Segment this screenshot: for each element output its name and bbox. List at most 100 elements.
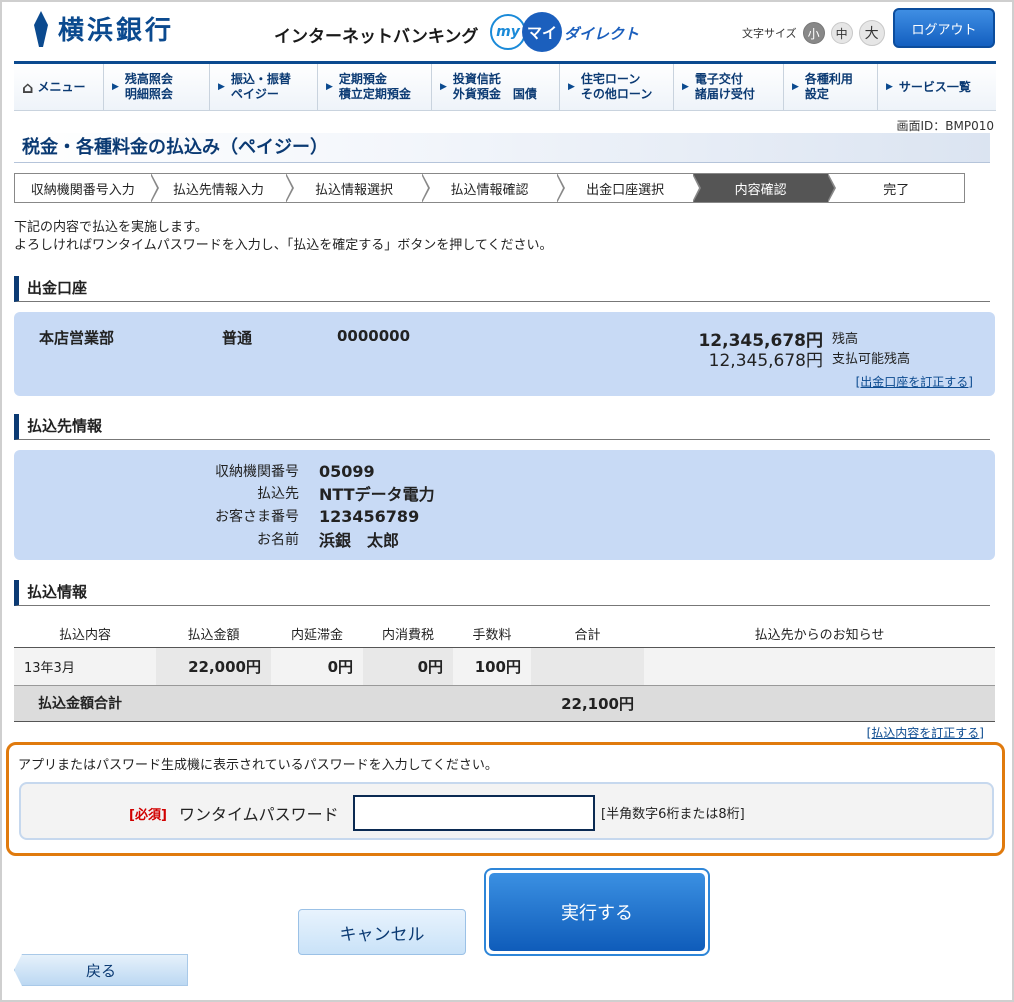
chevron-right-icon — [691, 173, 701, 203]
nav-item-investment[interactable]: ▶ 投資信託 外貨預金 国債 — [432, 64, 560, 110]
nav-item-transfer[interactable]: ▶ 振込・振替 ペイジー — [210, 64, 318, 110]
font-size-medium-button[interactable]: 中 — [830, 22, 853, 44]
nav-item-settings[interactable]: ▶ 各種利用 設定 — [784, 64, 878, 110]
payee-value: 123456789 — [319, 506, 420, 526]
nav-item-menu[interactable]: ⌂ メニュー — [14, 64, 104, 110]
payee-key: 払込先 — [257, 486, 299, 502]
chevron-right-icon — [420, 173, 430, 203]
payee-key: お名前 — [257, 532, 299, 548]
bank-name: 横浜銀行 — [58, 16, 175, 46]
arrow-right-icon: ▶ — [886, 81, 893, 92]
intro-line: 下記の内容で払込を実施します。 — [14, 220, 208, 235]
service-title: インターネットバンキング — [274, 27, 479, 47]
column-header: 内延滞金 — [271, 620, 363, 648]
chevron-right-icon — [285, 173, 295, 203]
arrow-right-icon: ▶ — [112, 81, 119, 92]
section-heading-payee: 払込先情報 — [14, 414, 990, 440]
step-item: 払込情報確認 — [421, 173, 566, 203]
bank-logo[interactable]: 横浜銀行 — [34, 10, 174, 47]
payment-tax: 0円 — [363, 647, 453, 686]
step-item: 収納機関番号入力 — [15, 173, 159, 203]
column-header: 払込金額 — [156, 620, 271, 648]
chevron-right-icon — [149, 173, 159, 203]
nav-item-label: 投資信託 外貨預金 国債 — [452, 72, 537, 101]
required-badge: [必須] — [129, 808, 167, 823]
nav-item-loan[interactable]: ▶ 住宅ローン その他ローン — [560, 64, 674, 110]
arrow-right-icon: ▶ — [682, 81, 689, 92]
mai-logo: マイ — [522, 12, 562, 52]
step-label: 内容確認 — [734, 182, 787, 198]
direct-logo: ダイレクト — [564, 25, 640, 43]
back-button[interactable]: 戻る — [14, 954, 188, 986]
available-balance-value: 12,345,678円 — [708, 351, 823, 371]
font-size-control: 文字サイズ 小 中 大 — [742, 20, 885, 46]
otp-message: アプリまたはパスワード生成機に表示されているパスワードを入力してください。 — [18, 758, 498, 773]
nav-item-balance[interactable]: ▶ 残高照会 明細照会 — [104, 64, 210, 110]
execute-button-frame: 実行する — [484, 868, 710, 956]
payee-row: 払込先 NTTデータ電力 — [174, 482, 674, 504]
table-row: 13年3月 22,000円 0円 0円 100円 — [14, 647, 995, 686]
nav-item-label: 各種利用 設定 — [804, 72, 853, 101]
payee-row: お客さま番号 123456789 — [174, 505, 674, 527]
otp-hint: [半角数字6桁または8桁] — [601, 807, 745, 822]
chevron-right-icon — [827, 173, 837, 203]
amend-account-link[interactable]: [出金口座を訂正する] — [856, 373, 973, 390]
account-panel: 本店営業部 普通 0000000 12,345,678円 残高 12,345,6… — [14, 312, 995, 396]
column-header: 払込内容 — [14, 620, 156, 648]
column-header: 払込先からのお知らせ — [644, 620, 995, 648]
balance-label: 残高 — [832, 332, 859, 347]
column-header: 手数料 — [453, 620, 531, 648]
otp-label: ワンタイムパスワード — [179, 805, 339, 824]
payment-amount: 22,000円 — [156, 647, 271, 686]
account-type: 普通 — [222, 329, 253, 347]
logout-button[interactable]: ログアウト — [893, 8, 995, 48]
nav-item-electronic[interactable]: ▶ 電子交付 諸届け受付 — [674, 64, 784, 110]
otp-panel: [必須] ワンタイムパスワード [半角数字6桁または8桁] — [19, 782, 994, 840]
total-value: 22,100円 — [531, 685, 644, 722]
payee-panel: 収納機関番号 05099 払込先 NTTデータ電力 お客さま番号 1234567… — [14, 450, 995, 560]
font-size-small-button[interactable]: 小 — [802, 22, 825, 44]
step-item-active: 内容確認 — [692, 173, 837, 203]
my-logo: my — [490, 14, 526, 50]
intro-line: よろしければワンタイムパスワードを入力し、「払込を確定する」ボタンを押してくださ… — [14, 238, 553, 253]
nav-item-label: 残高照会 明細照会 — [124, 72, 173, 101]
payee-key: お客さま番号 — [215, 509, 299, 525]
payment-table: 払込内容 払込金額 内延滞金 内消費税 手数料 合計 払込先からのお知らせ 13… — [14, 620, 995, 722]
available-balance-label: 支払可能残高 — [832, 352, 911, 367]
arrow-right-icon: ▶ — [440, 81, 447, 92]
screen-id: 画面ID：BMP010 — [896, 119, 994, 133]
payment-notice — [644, 647, 995, 686]
font-size-large-button[interactable]: 大 — [858, 20, 885, 46]
home-icon: ⌂ — [22, 77, 34, 97]
cancel-button[interactable]: キャンセル — [298, 909, 466, 955]
step-label: 払込先情報入力 — [172, 182, 264, 198]
nav-item-services[interactable]: ▶ サービス一覧 — [878, 64, 996, 110]
table-total-row: 払込金額合計 22,100円 — [14, 685, 995, 722]
page-title: 税金・各種料金の払込み（ペイジー） — [14, 133, 990, 163]
step-item: 出金口座選択 — [557, 173, 701, 203]
payment-late-fee: 0円 — [271, 647, 363, 686]
step-label: 出金口座選択 — [586, 182, 665, 198]
column-header: 内消費税 — [363, 620, 453, 648]
nav-item-label: 電子交付 諸届け受付 — [694, 72, 755, 101]
arrow-right-icon: ▶ — [792, 81, 799, 92]
arrow-right-icon: ▶ — [326, 81, 333, 92]
otp-input[interactable] — [353, 795, 595, 831]
payee-value: 05099 — [319, 461, 375, 481]
font-size-label: 文字サイズ — [742, 27, 797, 40]
logo-mark-icon — [34, 10, 48, 47]
step-label: 完了 — [883, 182, 910, 198]
table-header-row: 払込内容 払込金額 内延滞金 内消費税 手数料 合計 払込先からのお知らせ — [14, 620, 995, 648]
step-item: 払込先情報入力 — [150, 173, 295, 203]
nav-item-deposit[interactable]: ▶ 定期預金 積立定期預金 — [318, 64, 432, 110]
payment-content: 13年3月 — [14, 647, 156, 686]
nav-item-label: 定期預金 積立定期預金 — [338, 72, 411, 101]
amend-payment-link[interactable]: [払込内容を訂正する] — [867, 724, 984, 741]
execute-button[interactable]: 実行する — [489, 873, 705, 951]
intro-text: 下記の内容で払込を実施します。 よろしければワンタイムパスワードを入力し、「払込… — [14, 219, 552, 255]
payment-fee: 100円 — [453, 647, 531, 686]
nav-item-label: サービス一覧 — [898, 79, 971, 94]
nav-item-label: メニュー — [37, 79, 86, 94]
payee-row: お名前 浜銀 太郎 — [174, 528, 674, 550]
section-heading-account: 出金口座 — [14, 276, 990, 302]
